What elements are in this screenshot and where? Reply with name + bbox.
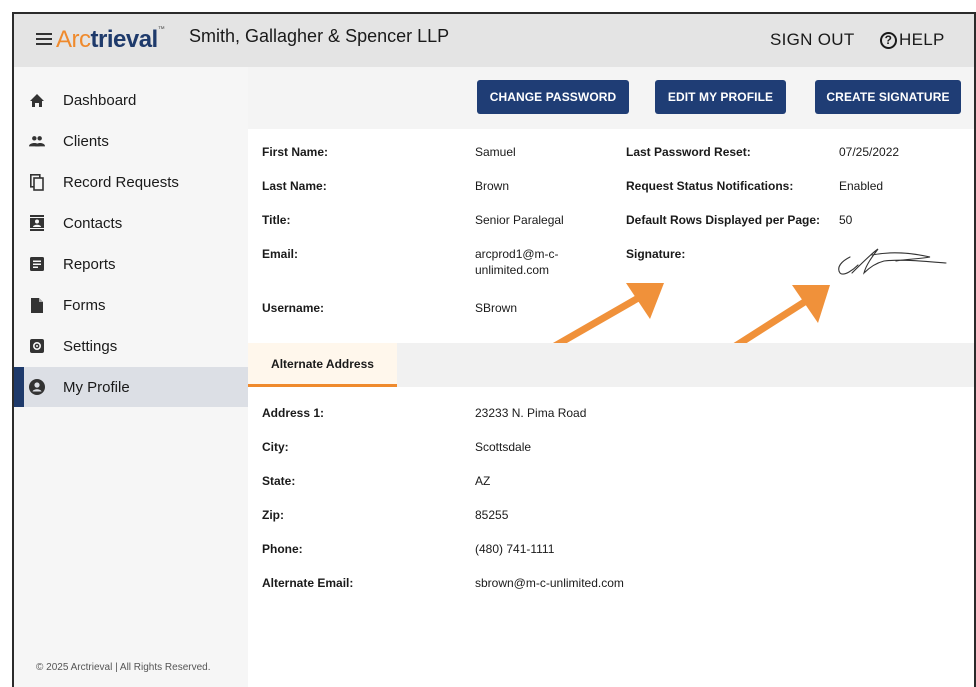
- firm-name: Smith, Gallagher & Spencer LLP: [189, 26, 450, 46]
- sidebar-item-label: Reports: [63, 255, 116, 273]
- top-bar: Arctrieval™ Smith, Gallagher & Spencer L…: [14, 14, 974, 67]
- sidebar: Dashboard Clients Record Requests Contac…: [14, 67, 248, 687]
- title-label: Title:: [262, 213, 291, 227]
- signature-label: Signature:: [626, 247, 686, 261]
- state-value: AZ: [475, 474, 491, 488]
- copy-icon: [29, 173, 45, 191]
- notifications-value: Enabled: [839, 179, 884, 193]
- city-label: City:: [262, 440, 289, 454]
- username-label: Username:: [262, 301, 325, 315]
- home-icon: [29, 92, 45, 108]
- sidebar-item-label: Dashboard: [63, 91, 137, 109]
- people-icon: [29, 133, 45, 149]
- email-value: arcprod1@m-c- unlimited.com: [475, 246, 559, 278]
- sidebar-item-contacts[interactable]: Contacts: [14, 203, 248, 243]
- sidebar-item-dashboard[interactable]: Dashboard: [14, 80, 248, 120]
- address1-value: 23233 N. Pima Road: [475, 406, 587, 420]
- signature-image: [838, 248, 947, 275]
- tab-alternate-address[interactable]: Alternate Address: [248, 343, 397, 387]
- account-icon: [29, 379, 45, 395]
- username-value: SBrown: [475, 301, 518, 315]
- file-icon: [29, 297, 45, 313]
- last-name-label: Last Name:: [262, 179, 327, 193]
- sidebar-item-record-requests[interactable]: Record Requests: [14, 162, 248, 202]
- report-icon: [29, 256, 45, 272]
- first-name-value: Samuel: [475, 145, 516, 159]
- arctrieval-logo[interactable]: Arctrieval™: [56, 26, 165, 54]
- first-name-label: First Name:: [262, 145, 329, 159]
- help-button[interactable]: ? HELP: [880, 30, 945, 50]
- sidebar-item-my-profile[interactable]: My Profile: [14, 367, 248, 407]
- state-label: State:: [262, 474, 296, 488]
- sidebar-item-label: Clients: [63, 132, 109, 150]
- email-value-line: unlimited.com: [475, 263, 550, 277]
- alternate-email-value: sbrown@m-c-unlimited.com: [475, 576, 624, 590]
- gear-icon: [29, 338, 45, 354]
- copyright-text: © 2025 Arctrieval | All Rights Reserved.: [36, 662, 211, 673]
- help-circle-icon: ?: [880, 31, 897, 49]
- change-password-button[interactable]: CHANGE PASSWORD: [477, 80, 629, 114]
- sidebar-item-reports[interactable]: Reports: [14, 244, 248, 284]
- notifications-label: Request Status Notifications:: [626, 179, 794, 193]
- email-label: Email:: [262, 247, 299, 261]
- app-window: Arctrieval™ Smith, Gallagher & Spencer L…: [12, 12, 976, 687]
- sidebar-item-label: Settings: [63, 337, 118, 355]
- profile-content: CHANGE PASSWORD EDIT MY PROFILE CREATE S…: [248, 67, 974, 687]
- sidebar-item-label: Contacts: [63, 214, 123, 232]
- last-password-reset-label: Last Password Reset:: [626, 145, 751, 159]
- phone-value: (480) 741-1111: [475, 542, 555, 556]
- alternate-email-label: Alternate Email:: [262, 576, 354, 590]
- create-signature-button[interactable]: CREATE SIGNATURE: [815, 80, 961, 114]
- edit-profile-button[interactable]: EDIT MY PROFILE: [655, 80, 786, 114]
- alternate-tab-bar: Alternate Address: [248, 343, 974, 387]
- rows-per-page-value: 50: [839, 213, 853, 227]
- contact-card-icon: [29, 215, 45, 231]
- email-value-line: arcprod1@m-c-: [475, 247, 559, 261]
- sidebar-item-label: Record Requests: [63, 173, 179, 191]
- zip-value: 85255: [475, 508, 509, 522]
- sidebar-item-clients[interactable]: Clients: [14, 121, 248, 161]
- menu-icon[interactable]: [36, 27, 56, 49]
- title-value: Senior Paralegal: [475, 213, 564, 227]
- city-value: Scottsdale: [475, 440, 532, 454]
- last-name-value: Brown: [475, 179, 510, 193]
- rows-per-page-label: Default Rows Displayed per Page:: [626, 213, 821, 227]
- sidebar-item-label: Forms: [63, 296, 106, 314]
- sign-out-button[interactable]: SIGN OUT: [770, 30, 855, 50]
- sidebar-item-settings[interactable]: Settings: [14, 326, 248, 366]
- sidebar-item-label: My Profile: [63, 378, 130, 396]
- sidebar-item-forms[interactable]: Forms: [14, 285, 248, 325]
- address1-label: Address 1:: [262, 406, 325, 420]
- last-password-reset-value: 07/25/2022: [839, 145, 900, 159]
- help-label: HELP: [899, 30, 945, 49]
- zip-label: Zip:: [262, 508, 284, 522]
- profile-toolbar: CHANGE PASSWORD EDIT MY PROFILE CREATE S…: [248, 67, 974, 129]
- phone-label: Phone:: [262, 542, 303, 556]
